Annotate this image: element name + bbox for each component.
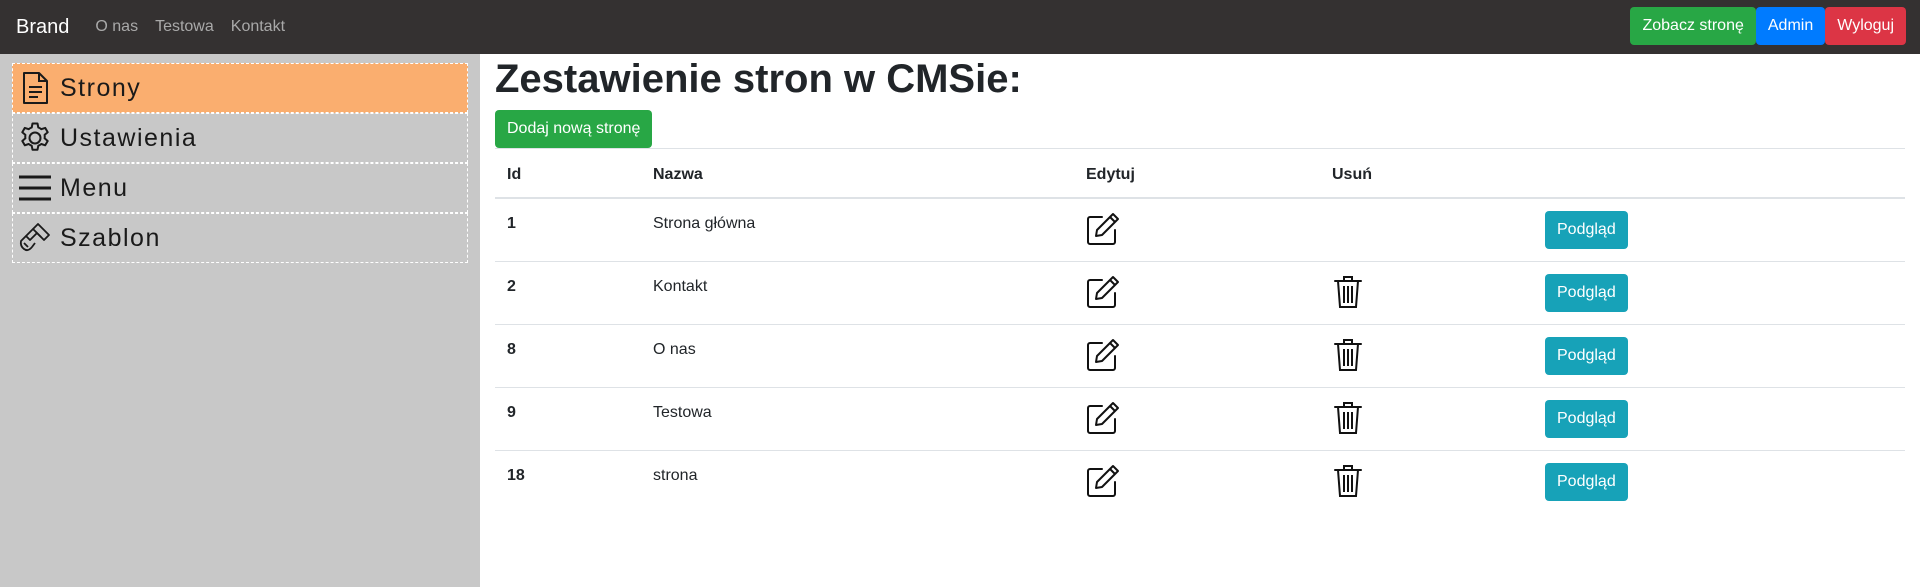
page-title: Zestawienie stron w CMSie:: [495, 57, 1022, 101]
nav-link-o-nas[interactable]: O nas: [95, 18, 138, 36]
edit-icon[interactable]: [1085, 211, 1121, 247]
table-row: 18 strona Podgląd: [495, 451, 1905, 514]
view-site-button[interactable]: Zobacz stronę: [1630, 7, 1756, 45]
row-id: 18: [507, 467, 525, 484]
sidebar-item-label: Menu: [60, 173, 129, 202]
preview-button[interactable]: Podgląd: [1545, 337, 1628, 375]
sidebar-item-ustawienia[interactable]: Ustawienia: [12, 113, 468, 163]
brand-link[interactable]: Brand: [16, 16, 69, 39]
paint-brush-icon: [17, 220, 53, 256]
trash-icon[interactable]: [1333, 463, 1363, 499]
row-id: 2: [507, 278, 516, 295]
sidebar-item-menu[interactable]: Menu: [12, 163, 468, 213]
preview-button[interactable]: Podgląd: [1545, 400, 1628, 438]
sidebar-item-strony[interactable]: Strony: [12, 63, 468, 113]
edit-icon[interactable]: [1085, 463, 1121, 499]
preview-button[interactable]: Podgląd: [1545, 211, 1628, 249]
row-id: 1: [507, 215, 516, 232]
add-page-button[interactable]: Dodaj nową stronę: [495, 110, 653, 148]
row-name: Testowa: [653, 404, 712, 421]
document-icon: [17, 70, 53, 106]
row-name: O nas: [653, 341, 696, 358]
table-row: 9 Testowa Podgląd: [495, 388, 1905, 451]
navbar-actions: Zobacz stronę Admin Wyloguj: [1630, 7, 1906, 45]
admin-button[interactable]: Admin: [1755, 7, 1826, 45]
row-name: Kontakt: [653, 278, 708, 295]
logout-button[interactable]: Wyloguj: [1825, 7, 1906, 45]
sidebar-item-label: Strony: [60, 73, 142, 102]
row-id: 8: [507, 341, 516, 358]
top-navbar: Brand O nas Testowa Kontakt Zobacz stron…: [0, 0, 1920, 54]
trash-icon[interactable]: [1333, 274, 1363, 310]
sidebar-item-label: Ustawienia: [60, 123, 198, 152]
edit-icon[interactable]: [1085, 337, 1121, 373]
pages-table: Id Nazwa Edytuj Usuń 1 Strona główna Pod…: [495, 148, 1905, 514]
row-name: Strona główna: [653, 215, 756, 232]
column-header-id: Id: [507, 166, 522, 183]
edit-icon[interactable]: [1085, 400, 1121, 436]
column-header-name: Nazwa: [653, 166, 703, 183]
table-row: 1 Strona główna Podgląd: [495, 199, 1905, 262]
gear-icon: [17, 120, 53, 156]
nav-link-testowa[interactable]: Testowa: [155, 18, 214, 36]
table-header: Id Nazwa Edytuj Usuń: [495, 149, 1905, 199]
table-row: 2 Kontakt Podgląd: [495, 262, 1905, 325]
sidebar-item-label: Szablon: [60, 223, 161, 252]
table-row: 8 O nas Podgląd: [495, 325, 1905, 388]
hamburger-icon: [17, 170, 53, 206]
edit-icon[interactable]: [1085, 274, 1121, 310]
trash-icon[interactable]: [1333, 400, 1363, 436]
column-header-edit: Edytuj: [1086, 166, 1135, 183]
nav-link-kontakt[interactable]: Kontakt: [231, 18, 285, 36]
preview-button[interactable]: Podgląd: [1545, 463, 1628, 501]
column-header-delete: Usuń: [1332, 166, 1372, 183]
sidebar-item-szablon[interactable]: Szablon: [12, 213, 468, 263]
sidebar: Strony Ustawienia Menu Szablon: [0, 54, 480, 587]
row-id: 9: [507, 404, 516, 421]
trash-icon[interactable]: [1333, 337, 1363, 373]
row-name: strona: [653, 467, 698, 484]
preview-button[interactable]: Podgląd: [1545, 274, 1628, 312]
